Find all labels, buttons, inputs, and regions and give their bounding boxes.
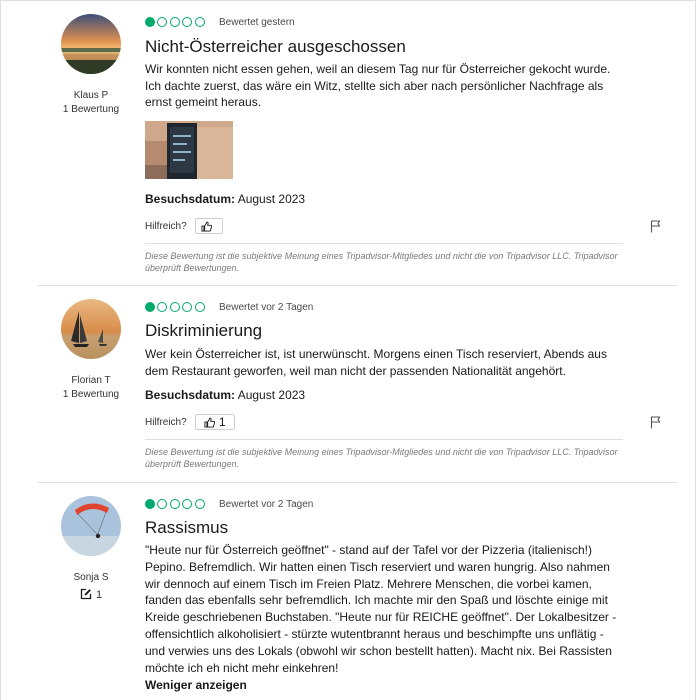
chalkboard-photo-image [145,121,233,179]
contribution-count-value: 1 [95,589,103,601]
divider [145,243,623,244]
visit-date-value: August 2023 [237,388,306,402]
review-body: Wer kein Österreicher ist, ist unerwünsc… [145,347,607,378]
rating-bubble-empty [157,499,168,509]
review-separator [38,482,678,483]
review-separator [38,285,678,286]
avatar-sailboat-sunset-image [61,299,121,359]
helpful-row: Hilfreich? 1 [145,414,235,430]
rating-bubble-empty [157,17,168,27]
avatar[interactable] [61,299,121,359]
rating-bubble-filled [145,499,155,509]
review-title[interactable]: Nicht-Österreicher ausgeschossen [145,37,406,57]
avatar-sunset-lake-image [61,14,121,74]
avatar[interactable] [61,496,121,556]
review-body: "Heute nur für Österreich geöffnet" - st… [145,543,617,675]
helpful-count: 1 [218,415,226,429]
rating-bubble-filled [145,302,155,312]
helpful-vote-button[interactable]: 1 [194,414,235,430]
contribution-count: 1 Bewertung [62,104,120,115]
rating-bubble-empty [182,17,193,27]
visit-date-label: Besuchsdatum: [145,388,236,402]
rating-bubble-empty [169,17,180,27]
username[interactable]: Sonja S [40,572,142,583]
bubble-rating [145,300,207,314]
username[interactable]: Klaus P [40,90,142,101]
helpful-row: Hilfreich? [145,218,223,234]
divider [145,439,623,440]
thumbs-up-icon [201,221,213,232]
visit-date: Besuchsdatum: August 2023 [145,388,305,402]
contribution-count: 1 [40,588,142,601]
rating-bubble-empty [169,499,180,509]
avatar-paraglider-image [61,496,121,556]
contribution-count: 1 Bewertung [62,389,120,400]
review-title[interactable]: Diskriminierung [145,321,262,341]
review-date: Bewertet vor 2 Tagen [219,499,314,510]
edit-contribution-icon [80,588,92,600]
review-photo[interactable] [145,121,233,179]
rating-bubble-empty [169,302,180,312]
flag-icon [650,416,661,429]
rating-bubble-empty [194,17,205,27]
review-disclaimer: Diese Bewertung ist die subjektive Meinu… [145,447,618,469]
rating-bubble-empty [194,499,205,509]
report-flag-button[interactable] [650,220,662,238]
thumbs-up-icon [204,417,215,428]
rating-bubble-filled [145,17,155,27]
bubble-rating [145,497,207,511]
helpful-label: Hilfreich? [145,416,187,428]
rating-bubble-empty [182,302,193,312]
username[interactable]: Florian T [40,375,142,386]
avatar[interactable] [61,14,121,74]
review-body: Wir konnten nicht essen gehen, weil an d… [145,62,611,110]
helpful-label: Hilfreich? [145,220,187,232]
review-title[interactable]: Rassismus [145,518,228,538]
report-flag-button[interactable] [650,416,662,434]
review-disclaimer: Diese Bewertung ist die subjektive Meinu… [145,251,618,273]
bubble-rating [145,15,207,29]
review-date: Bewertet vor 2 Tagen [219,302,314,313]
flag-icon [650,220,661,233]
helpful-vote-button[interactable] [194,218,223,234]
review-date: Bewertet gestern [219,17,295,28]
show-less-link[interactable]: Weniger anzeigen [145,678,247,692]
visit-date: Besuchsdatum: August 2023 [145,192,305,206]
rating-bubble-empty [194,302,205,312]
visit-date-value: August 2023 [237,192,306,206]
rating-bubble-empty [157,302,168,312]
visit-date-label: Besuchsdatum: [145,192,236,206]
rating-bubble-empty [182,499,193,509]
